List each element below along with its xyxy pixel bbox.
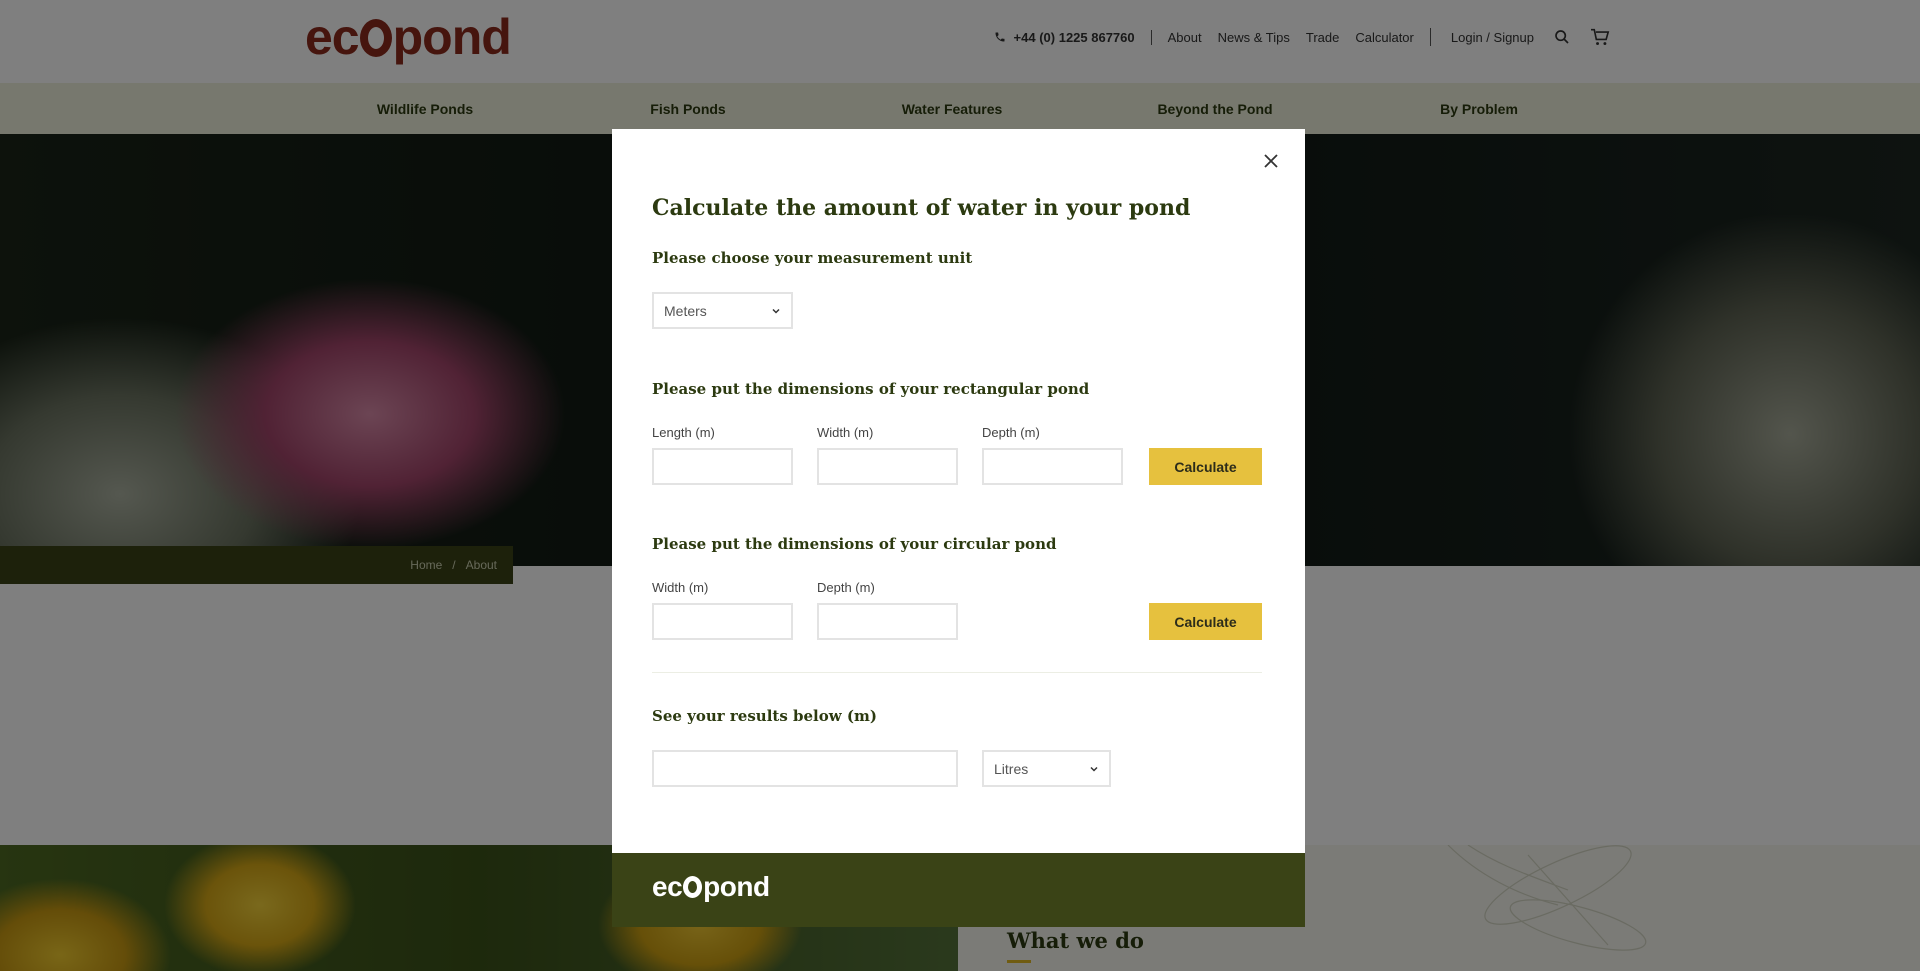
unit-section-title: Please choose your measurement unit: [652, 249, 973, 267]
circ-width-label: Width (m): [652, 580, 709, 595]
footer-logo: ec pond: [652, 871, 770, 902]
results-section-title: See your results below (m): [652, 707, 877, 725]
circ-depth-input[interactable]: [817, 603, 958, 640]
rect-section-title: Please put the dimensions of your rectan…: [652, 380, 1090, 398]
result-unit-value: Litres: [994, 760, 1029, 777]
result-unit-select[interactable]: Litres: [982, 750, 1111, 787]
rect-calculate-button[interactable]: Calculate: [1149, 448, 1262, 485]
section-divider: [652, 672, 1262, 673]
rect-length-label: Length (m): [652, 425, 715, 440]
close-button[interactable]: [1259, 149, 1283, 173]
close-icon: [1264, 154, 1278, 168]
circ-calculate-button[interactable]: Calculate: [1149, 603, 1262, 640]
unit-select[interactable]: Meters: [652, 292, 793, 329]
rect-width-input[interactable]: [817, 448, 958, 485]
chevron-down-icon: [772, 308, 780, 314]
result-output[interactable]: [652, 750, 958, 787]
chevron-down-icon: [1090, 766, 1098, 772]
rect-width-label: Width (m): [817, 425, 874, 440]
rect-depth-label: Depth (m): [982, 425, 1040, 440]
modal-footer: ec pond: [612, 853, 1305, 927]
pond-calculator-modal: Calculate the amount of water in your po…: [612, 129, 1305, 927]
rect-depth-input[interactable]: [982, 448, 1123, 485]
unit-select-value: Meters: [664, 302, 707, 319]
circ-section-title: Please put the dimensions of your circul…: [652, 535, 1057, 553]
rect-length-input[interactable]: [652, 448, 793, 485]
circ-width-input[interactable]: [652, 603, 793, 640]
circ-depth-label: Depth (m): [817, 580, 875, 595]
modal-title: Calculate the amount of water in your po…: [652, 195, 1191, 221]
